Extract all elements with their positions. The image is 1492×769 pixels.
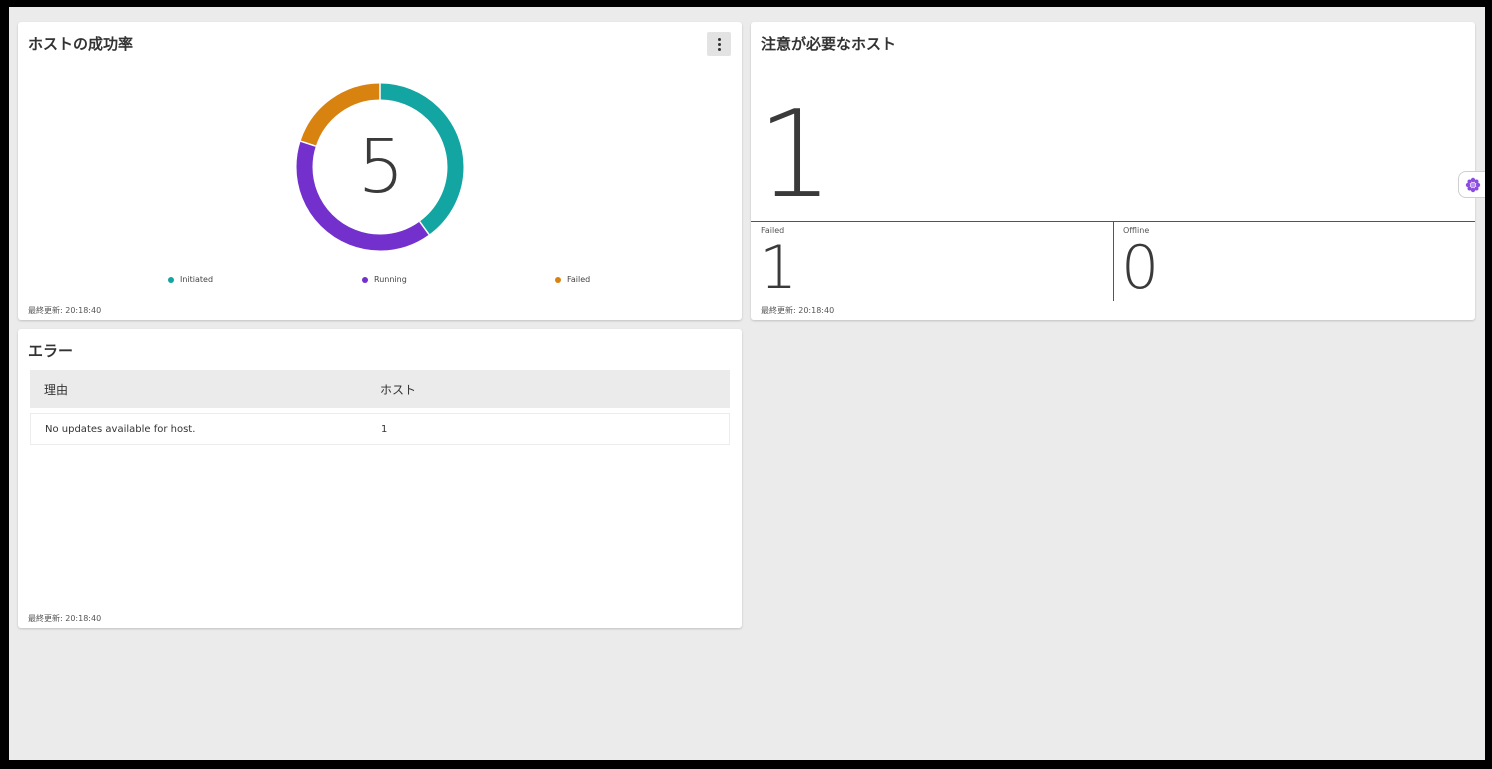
card-title: エラー	[28, 342, 74, 360]
legend-dot-icon	[362, 276, 368, 283]
cell-reason: No updates available for host.	[45, 423, 196, 435]
attention-total-value: 1	[757, 86, 834, 225]
table-header: 理由 ホスト	[30, 370, 730, 408]
last-updated-text: 最終更新: 20:18:40	[761, 306, 835, 315]
donut-chart: 5	[295, 82, 465, 252]
legend-label: Running	[374, 275, 407, 284]
side-panel-tab[interactable]	[1458, 171, 1485, 198]
dot-icon	[717, 47, 721, 51]
legend-dot-icon	[555, 276, 561, 283]
failed-value: 1	[759, 233, 798, 303]
legend-label: Failed	[567, 275, 591, 284]
legend-item-failed[interactable]: Failed	[555, 275, 590, 284]
flower-icon	[1465, 177, 1480, 192]
dot-icon	[717, 42, 721, 46]
column-header-host[interactable]: ホスト	[380, 381, 730, 398]
card-title: ホストの成功率	[28, 35, 134, 53]
last-updated-text: 最終更新: 20:18:40	[28, 306, 102, 315]
dashboard-frame: ホストの成功率 5 Initiated Running Failed 最終更新:…	[0, 0, 1492, 769]
errors-card: エラー 理由 ホスト No updates available for host…	[18, 329, 742, 628]
legend-label: Initiated	[180, 275, 214, 284]
host-success-card: ホストの成功率 5 Initiated Running Failed 最終更新:…	[18, 22, 742, 320]
card-title: 注意が必要なホスト	[761, 35, 897, 53]
vertical-divider	[1113, 221, 1114, 301]
cell-host: 1	[381, 423, 388, 435]
dot-icon	[717, 37, 721, 41]
donut-total: 5	[357, 124, 404, 210]
legend-item-running[interactable]: Running	[362, 275, 407, 284]
legend-dot-icon	[168, 276, 174, 283]
attention-hosts-card: 注意が必要なホスト 1 Failed 1 Offline 0 最終更新: 20:…	[751, 22, 1475, 320]
table-row[interactable]: No updates available for host. 1	[30, 413, 730, 445]
legend-item-initiated[interactable]: Initiated	[168, 275, 213, 284]
errors-table: 理由 ホスト No updates available for host. 1	[30, 370, 730, 445]
last-updated-text: 最終更新: 20:18:40	[28, 614, 102, 623]
more-options-button[interactable]	[707, 32, 731, 56]
offline-value: 0	[1121, 233, 1160, 303]
column-header-reason[interactable]: 理由	[30, 381, 380, 398]
